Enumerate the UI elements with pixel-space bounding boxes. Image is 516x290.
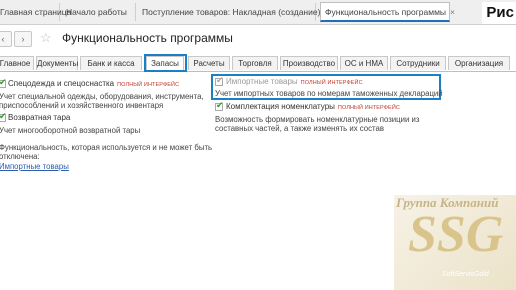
tab-main[interactable]: Главное <box>0 56 34 70</box>
bundling-checkbox[interactable]: ✔ <box>215 100 224 111</box>
imported-goods-label: Импортные товары ПОЛНЫЙ ИНТЕРФЕЙС <box>226 77 363 86</box>
checkmark-icon: ✔ <box>0 111 7 121</box>
tab-home[interactable]: Главная страница <box>0 3 71 21</box>
workwear-label-text: Спецодежда и спецоснастка <box>8 79 115 88</box>
checkmark-icon: ✔ <box>216 100 224 110</box>
arrow-left-icon: ‹ <box>1 34 5 44</box>
tab-production[interactable]: Производство <box>280 56 338 70</box>
corner-caption: Рис <box>482 2 516 24</box>
workwear-checkbox[interactable]: ✔ <box>0 77 7 88</box>
imported-goods-label-text: Импортные товары <box>226 77 298 86</box>
tab-goods-receipt-label: Поступление товаров: Накладная (создание… <box>142 7 327 17</box>
section-tabs: Главное Документы Банк и касса Запасы Ра… <box>0 55 516 72</box>
full-interface-badge: ПОЛНЫЙ ИНТЕРФЕЙС <box>337 105 400 111</box>
forward-button[interactable]: › <box>14 31 32 47</box>
tab-getting-started-label: Начало работы <box>66 7 127 17</box>
tab-bank-cash[interactable]: Банк и касса <box>80 56 142 70</box>
full-interface-badge: ПОЛНЫЙ ИНТЕРФЕЙС <box>117 82 180 88</box>
tab-employees[interactable]: Сотрудники <box>390 56 446 70</box>
bundling-label-text: Комплектация номенклатуры <box>226 102 335 111</box>
tab-organization[interactable]: Организация <box>448 56 510 70</box>
always-on-note-2: отключена: <box>0 152 40 161</box>
workwear-label: Спецодежда и спецоснастка ПОЛНЫЙ ИНТЕРФЕЙ… <box>8 79 179 88</box>
form-toolbar: ‹ › ☆ Функциональность программы <box>0 26 516 50</box>
bundling-label: Комплектация номенклатуры ПОЛНЫЙ ИНТЕРФЕЙ… <box>226 102 400 111</box>
tab-settlements[interactable]: Расчеты <box>188 56 230 70</box>
workwear-description-2: приспособлений и хозяйственного инвентар… <box>0 101 164 110</box>
imported-goods-checkbox[interactable]: ✔ <box>215 75 224 86</box>
page-title: Функциональность программы <box>62 31 233 45</box>
back-button[interactable]: ‹ <box>0 31 12 47</box>
tab-documents[interactable]: Документы <box>36 56 78 70</box>
highlight-inventory-tab <box>144 54 187 72</box>
window-tab-bar: Главная страница Начало работы Поступлен… <box>0 0 516 25</box>
tab-program-functionality[interactable]: Функциональность программы × <box>320 2 455 22</box>
watermark-subtitle: SoftServisGold <box>442 271 489 278</box>
tab-fixed-assets[interactable]: ОС и НМА <box>340 56 388 70</box>
watermark: Группа Компаний SSG SoftServisGold <box>394 195 516 290</box>
tab-goods-receipt[interactable]: Поступление товаров: Накладная (создание… <box>138 3 326 21</box>
returnable-packaging-checkbox[interactable]: ✔ <box>0 111 7 122</box>
always-on-note-1: Функциональность, которая используется и… <box>0 143 213 152</box>
star-icon[interactable]: ☆ <box>40 30 52 46</box>
arrow-right-icon: › <box>21 34 25 44</box>
checkmark-icon: ✔ <box>216 75 224 85</box>
returnable-packaging-label: Возвратная тара <box>8 113 71 122</box>
tab-trade[interactable]: Торговля <box>232 56 278 70</box>
close-icon[interactable]: × <box>450 7 455 17</box>
watermark-logo: SSG <box>408 206 504 263</box>
tab-program-functionality-label: Функциональность программы <box>325 7 447 17</box>
checkmark-icon: ✔ <box>0 77 7 87</box>
bundling-description-1: Возможность формировать номенклатурные п… <box>215 115 420 124</box>
full-interface-badge: ПОЛНЫЙ ИНТЕРФЕЙС <box>300 80 363 86</box>
workwear-description-1: Учет специальной одежды, оборудования, и… <box>0 92 204 101</box>
tab-getting-started[interactable]: Начало работы <box>62 3 136 21</box>
imported-goods-link[interactable]: Импортные товары <box>0 162 69 171</box>
imported-goods-description: Учет импортных товаров по номерам таможе… <box>215 89 443 98</box>
bundling-description-2: составных частей, а также изменять их со… <box>215 124 384 133</box>
tab-home-label: Главная страница <box>0 7 72 17</box>
returnable-packaging-description: Учет многооборотной возвратной тары <box>0 126 141 135</box>
